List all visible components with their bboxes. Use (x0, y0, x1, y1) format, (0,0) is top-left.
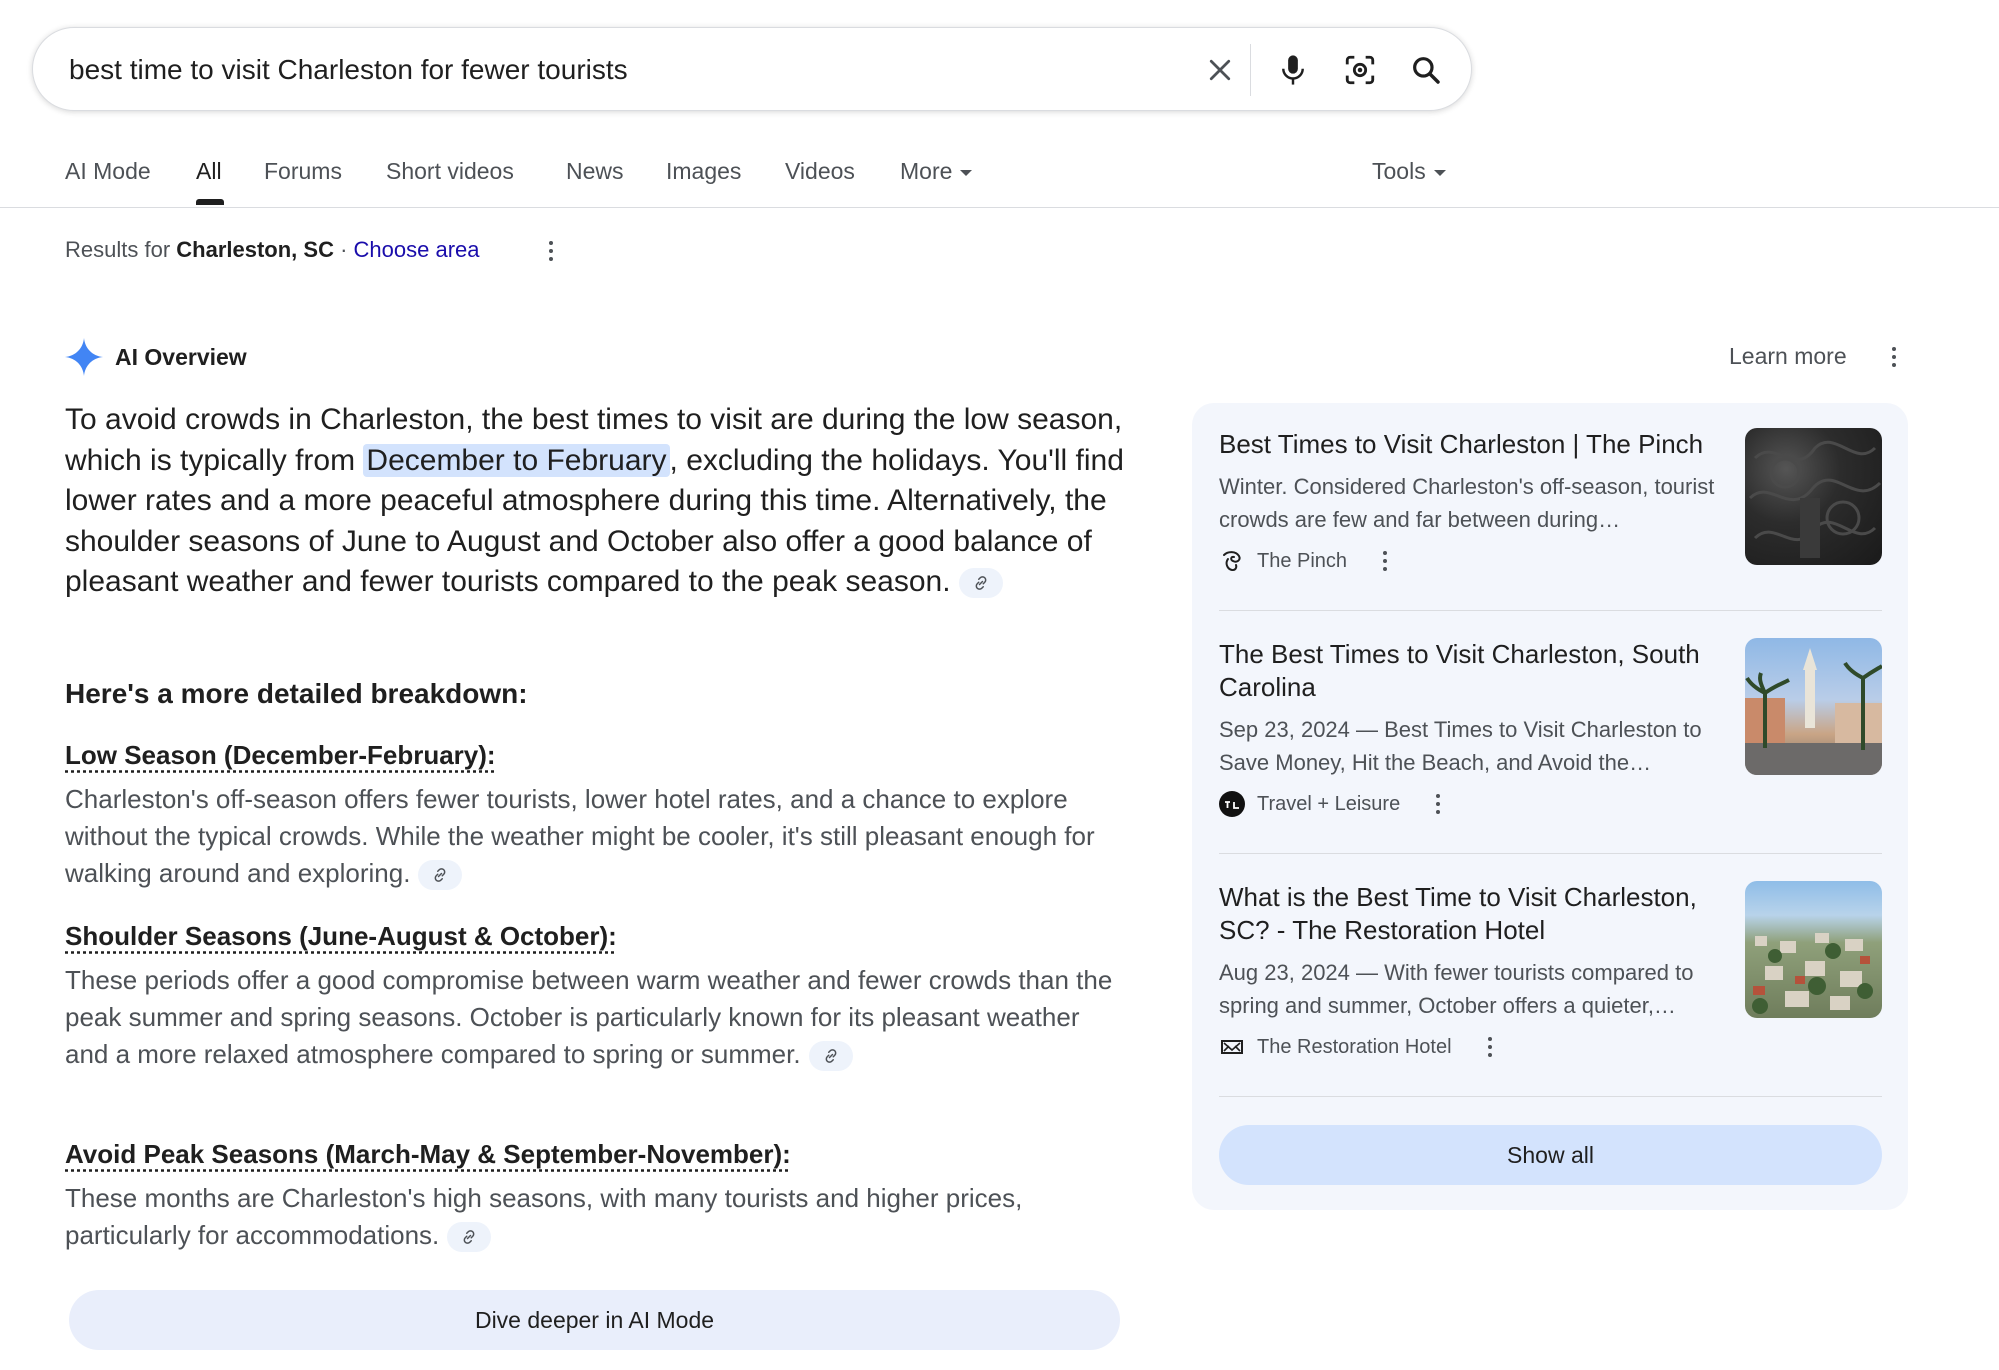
tab-forums[interactable]: Forums (264, 158, 342, 185)
section-body-text: Charleston's off-season offers fewer tou… (65, 784, 1095, 888)
location-separator: · (333, 237, 354, 262)
source-more-options-icon[interactable] (1375, 549, 1395, 573)
search-icon[interactable] (1404, 48, 1448, 92)
source-snippet: Winter. Considered Charleston's off-seas… (1219, 474, 1715, 532)
the-pinch-favicon-icon (1219, 548, 1245, 574)
source-thumbnail-image[interactable] (1745, 881, 1882, 1018)
source-card[interactable]: The Best Times to Visit Charleston, Sout… (1219, 638, 1882, 828)
section-body-text: These months are Charleston's high seaso… (65, 1183, 1023, 1250)
chevron-down-icon (1433, 169, 1446, 176)
source-title[interactable]: The Best Times to Visit Charleston, Sout… (1219, 638, 1739, 704)
tab-news[interactable]: News (566, 158, 624, 185)
citation-link-icon[interactable] (418, 860, 463, 891)
tab-short-videos[interactable]: Short videos (386, 158, 514, 185)
tab-more[interactable]: More (900, 158, 973, 185)
search-tabs: AI Mode All Forums Short videos News Ima… (0, 140, 1999, 208)
section-title-shoulder-seasons[interactable]: Shoulder Seasons (June-August & October)… (65, 921, 617, 952)
section-title-low-season[interactable]: Low Season (December-February): (65, 740, 496, 771)
lens-camera-icon[interactable] (1338, 48, 1382, 92)
source-meta: The Pinch (1219, 548, 1395, 574)
citation-link-icon[interactable] (447, 1222, 492, 1253)
summary-highlight: December to February (363, 443, 670, 477)
citation-link-icon[interactable] (808, 1041, 853, 1072)
location-more-options-icon[interactable] (540, 238, 562, 264)
section-body-shoulder-seasons: These periods offer a good compromise be… (65, 962, 1115, 1073)
tab-videos[interactable]: Videos (785, 158, 855, 185)
restoration-hotel-favicon-icon (1219, 1034, 1245, 1060)
tab-tools[interactable]: Tools (1372, 158, 1446, 185)
source-snippet: Aug 23, 2024 — With fewer tourists compa… (1219, 960, 1694, 1018)
ai-overview-title: AI Overview (115, 343, 247, 370)
chevron-down-icon (960, 169, 973, 176)
source-site-name: Travel + Leisure (1257, 792, 1401, 815)
breakdown-heading: Here's a more detailed breakdown: (65, 678, 528, 709)
source-divider (1219, 610, 1882, 611)
ai-overview-more-options-icon[interactable] (1883, 344, 1905, 370)
dive-deeper-ai-mode-button[interactable]: Dive deeper in AI Mode (69, 1290, 1120, 1350)
source-thumbnail-image[interactable] (1745, 428, 1882, 565)
source-card[interactable]: Best Times to Visit Charleston | The Pin… (1219, 428, 1882, 588)
source-snippet: Sep 23, 2024 — Best Times to Visit Charl… (1219, 717, 1702, 775)
source-more-options-icon[interactable] (1428, 792, 1448, 816)
search-bar (32, 27, 1472, 111)
sources-panel: Best Times to Visit Charleston | The Pin… (1192, 403, 1908, 1210)
source-site-name: The Pinch (1257, 549, 1348, 572)
source-divider (1219, 853, 1882, 854)
close-icon[interactable] (1198, 48, 1242, 92)
tab-more-label: More (900, 158, 953, 184)
source-divider (1219, 1096, 1882, 1097)
microphone-icon[interactable] (1271, 48, 1315, 92)
citation-link-icon[interactable] (958, 568, 1003, 599)
location-prefix: Results for (65, 237, 177, 262)
source-thumbnail-image[interactable] (1745, 638, 1882, 775)
tab-all-underline (196, 199, 224, 205)
location-place: Charleston, SC (176, 237, 334, 262)
ai-sparkle-icon (65, 338, 103, 376)
tab-all[interactable]: All (196, 158, 222, 185)
source-meta: Travel + Leisure (1219, 791, 1448, 817)
learn-more-link[interactable]: Learn more (1729, 343, 1847, 370)
tab-images[interactable]: Images (666, 158, 741, 185)
search-input[interactable] (67, 46, 1171, 94)
source-card[interactable]: What is the Best Time to Visit Charlesto… (1219, 881, 1882, 1071)
source-site-name: The Restoration Hotel (1257, 1035, 1452, 1058)
ai-overview-header: AI Overview (65, 337, 247, 377)
section-body-text: These periods offer a good compromise be… (65, 965, 1113, 1069)
search-bar-divider (1250, 44, 1251, 96)
section-body-avoid-peak: These months are Charleston's high seaso… (65, 1180, 1115, 1254)
choose-area-link[interactable]: Choose area (354, 237, 480, 262)
section-title-avoid-peak[interactable]: Avoid Peak Seasons (March-May & Septembe… (65, 1139, 791, 1170)
tab-tools-label: Tools (1372, 158, 1426, 184)
show-all-button[interactable]: Show all (1219, 1125, 1882, 1185)
section-body-low-season: Charleston's off-season offers fewer tou… (65, 781, 1115, 892)
source-more-options-icon[interactable] (1480, 1035, 1500, 1059)
travel-leisure-favicon-icon (1219, 791, 1245, 817)
source-title[interactable]: Best Times to Visit Charleston | The Pin… (1219, 428, 1739, 461)
tab-ai-mode[interactable]: AI Mode (65, 158, 151, 185)
source-meta: The Restoration Hotel (1219, 1034, 1500, 1060)
source-title[interactable]: What is the Best Time to Visit Charlesto… (1219, 881, 1739, 947)
location-line: Results for Charleston, SC · Choose area (65, 237, 480, 263)
ai-overview-summary: To avoid crowds in Charleston, the best … (65, 400, 1125, 603)
